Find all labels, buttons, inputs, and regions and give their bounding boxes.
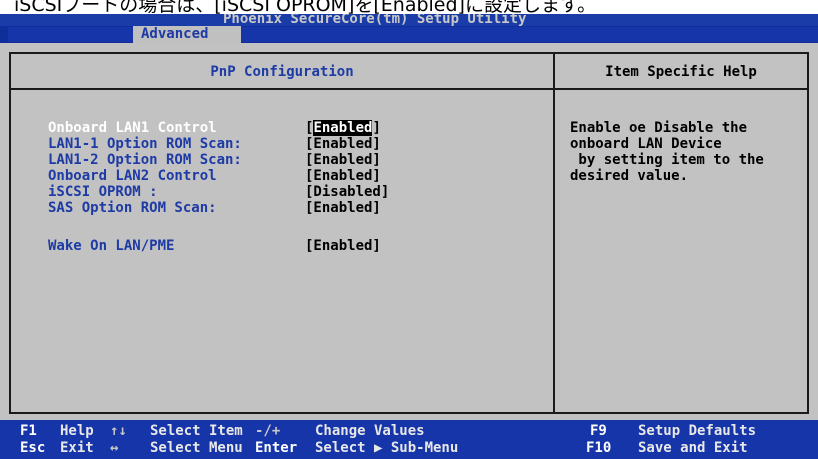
setting-label: Onboard LAN2 Control (48, 168, 217, 184)
help-title: Item Specific Help (605, 64, 757, 80)
setting-value[interactable]: [Enabled] (305, 120, 381, 136)
up-down-arrows-icon: ↑↓ (110, 423, 127, 439)
setting-label: Wake On LAN/PME (48, 238, 175, 254)
help-line: by setting item to the (570, 152, 764, 168)
selected-value-highlight: Enabled (313, 120, 373, 136)
key-esc: Esc (20, 440, 46, 456)
setting-value[interactable]: [Enabled] (305, 238, 381, 254)
key-plusminus-desc: Change Values (315, 423, 425, 439)
left-right-arrows-icon: ↔ (110, 440, 119, 456)
help-line: Enable oe Disable the (570, 120, 748, 136)
key-f1-desc: Help (60, 423, 94, 439)
caption-text: iSCSIブートの場合は、[iSCSI OPROM]を[Enabled]に設定し… (14, 0, 597, 14)
setting-value[interactable]: [Enabled] (305, 136, 381, 152)
caption-strip: iSCSIブートの場合は、[iSCSI OPROM]を[Enabled]に設定し… (0, 0, 818, 14)
plus-minus-icon: -/+ (255, 423, 281, 439)
window-title: Phoenix SecureCore(tm) Setup Utility (223, 14, 527, 26)
key-f9-desc: Setup Defaults (638, 423, 757, 439)
setting-value[interactable]: [Enabled] (305, 168, 381, 184)
setting-label: SAS Option ROM Scan: (48, 200, 217, 216)
tab-advanced[interactable]: Advanced (133, 26, 241, 43)
help-line: desired value. (570, 168, 689, 184)
setting-label: Onboard LAN1 Control (48, 120, 217, 136)
key-esc-desc: Exit (60, 440, 94, 456)
help-line: onboard LAN Device (570, 136, 722, 152)
help-divider (553, 52, 555, 414)
key-f10-desc: Save and Exit (638, 440, 748, 456)
header-divider (9, 88, 809, 90)
key-updown-desc: Select Item (150, 423, 243, 439)
key-enter-desc: Select ▶ Sub-Menu (315, 440, 459, 456)
setting-label: iSCSI OPROM : (48, 184, 158, 200)
key-leftright-desc: Select Menu (150, 440, 243, 456)
key-f9: F9 (590, 423, 607, 439)
key-legend-footer: F1 Help ↑↓ Select Item -/+ Change Values… (0, 420, 818, 459)
setting-value[interactable]: [Disabled] (305, 184, 389, 200)
key-f1: F1 (20, 423, 37, 439)
setting-value[interactable]: [Enabled] (305, 152, 381, 168)
panel-frame (9, 52, 809, 414)
section-title: PnP Configuration (210, 64, 354, 80)
key-f10: F10 (586, 440, 612, 456)
menu-bar: Advanced (0, 26, 818, 43)
title-bar: Phoenix SecureCore(tm) Setup Utility (0, 14, 818, 26)
setting-value[interactable]: [Enabled] (305, 200, 381, 216)
setting-label: LAN1-2 Option ROM Scan: (48, 152, 242, 168)
main-panel: PnP Configuration Item Specific Help Onb… (0, 43, 818, 420)
setting-label: LAN1-1 Option ROM Scan: (48, 136, 242, 152)
key-enter: Enter (255, 440, 298, 456)
